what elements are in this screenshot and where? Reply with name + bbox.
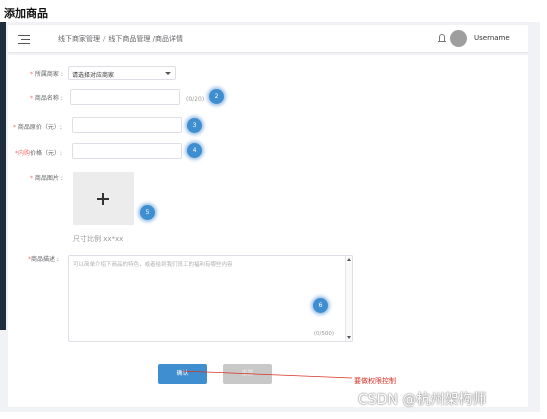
- merchant-label-text: 所属商家 :: [34, 71, 63, 78]
- description-textarea[interactable]: 可以简单介绍下商品的特色，或者给到我们员工的福利有哪些内容 (0/500): [68, 255, 353, 342]
- watermark: CSDN @杭州架构师: [358, 392, 487, 408]
- step-badge-4: 4: [187, 143, 202, 158]
- page-title: 添加商品: [4, 7, 48, 20]
- inner-price-input[interactable]: [72, 143, 182, 159]
- product-name-count: (0/20): [186, 96, 205, 103]
- annotation-line: [181, 370, 353, 379]
- image-size-hint: 尺寸比例 xx*xx: [73, 235, 124, 243]
- desc-label-text: 商品描述 :: [31, 256, 59, 263]
- image-upload-area[interactable]: [73, 172, 134, 225]
- name-label: * 商品名称 :: [30, 93, 63, 102]
- breadcrumb-item[interactable]: 线下商家管理: [58, 35, 100, 43]
- step-badge-3: 3: [187, 118, 202, 133]
- original-price-input[interactable]: [72, 117, 182, 133]
- bell-icon[interactable]: [438, 33, 446, 43]
- inner-price-label: *内购价格（元）:: [15, 148, 62, 157]
- username-label[interactable]: Username: [474, 34, 510, 42]
- scroll-down-icon[interactable]: [347, 336, 351, 339]
- top-header: 线下商家管理 / 线下商品管理 /商品详情 Username: [8, 25, 528, 53]
- name-label-text: 商品名称 :: [34, 95, 63, 102]
- merchant-select[interactable]: 请选择对应商家: [68, 66, 176, 80]
- image-label-text: 商品图片 :: [34, 175, 63, 182]
- sidebar-strip: [0, 22, 6, 330]
- price-label-text: 商品原价（元）:: [17, 124, 62, 131]
- inner-price-label-text: 价格（元）:: [30, 150, 63, 157]
- annotation-text: 要做权限控制: [354, 377, 396, 385]
- step-badge-2: 2: [209, 89, 224, 104]
- textarea-scrollbar[interactable]: [345, 256, 352, 341]
- breadcrumb-item[interactable]: 线下商品管理 /商品详情: [108, 35, 183, 43]
- description-count: (0/500): [313, 331, 334, 337]
- price-label: * 商品原价（元）:: [13, 122, 62, 131]
- image-label: * 商品图片 :: [30, 173, 63, 182]
- menu-toggle-icon[interactable]: [18, 34, 30, 44]
- description-placeholder: 可以简单介绍下商品的特色，或者给到我们员工的福利有哪些内容: [73, 262, 233, 268]
- scroll-up-icon[interactable]: [347, 258, 351, 261]
- merchant-select-value: 请选择对应商家: [72, 72, 115, 79]
- avatar[interactable]: [450, 30, 467, 47]
- step-badge-6: 6: [313, 298, 328, 313]
- inner-price-label-red: 内购: [18, 150, 31, 157]
- chevron-down-icon: [165, 72, 171, 75]
- merchant-label: * 所属商家 :: [30, 69, 63, 78]
- breadcrumb: 线下商家管理 / 线下商品管理 /商品详情: [58, 34, 183, 44]
- desc-label: *商品描述 :: [28, 254, 59, 263]
- product-name-input[interactable]: [70, 89, 180, 105]
- plus-icon-vertical: [102, 193, 104, 205]
- form-panel: * 所属商家 : 请选择对应商家 * 商品名称 : (0/20) 2 * 商品原…: [8, 55, 528, 407]
- step-badge-5: 5: [140, 205, 155, 220]
